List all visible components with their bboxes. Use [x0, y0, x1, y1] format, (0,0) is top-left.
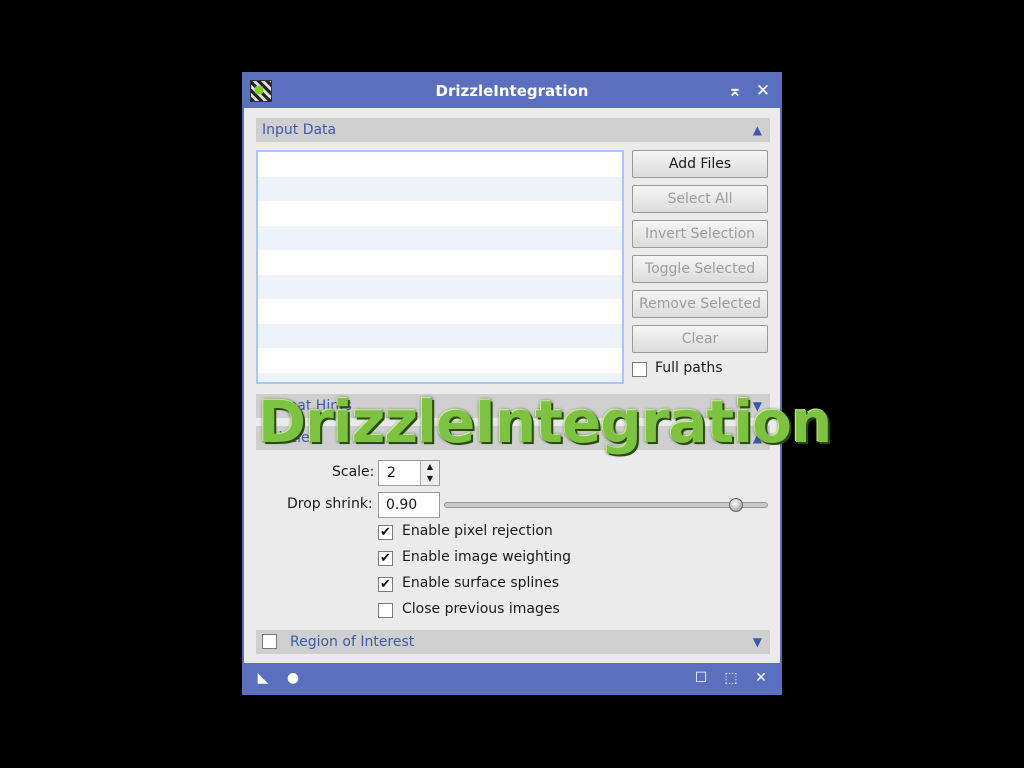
- full-paths-checkbox[interactable]: [632, 362, 647, 377]
- browse-docs-icon[interactable]: ⬚: [722, 669, 740, 687]
- scale-value: 2: [387, 465, 396, 481]
- list-item[interactable]: [258, 176, 622, 201]
- expand-down-icon[interactable]: ▼: [753, 630, 762, 654]
- close-previous-label: Close previous images: [402, 601, 560, 617]
- file-list[interactable]: [256, 150, 624, 384]
- reset-icon[interactable]: ✕: [752, 669, 770, 687]
- title-bar[interactable]: DrizzleIntegration ⌅ ✕: [244, 74, 780, 108]
- section-roi-label: Region of Interest: [290, 634, 415, 650]
- toggle-selected-button[interactable]: Toggle Selected: [632, 255, 768, 283]
- list-item[interactable]: [258, 323, 622, 348]
- pixel-rejection-label: Enable pixel rejection: [402, 523, 553, 539]
- spin-arrows-icon[interactable]: ▲ ▼: [420, 461, 439, 485]
- list-item[interactable]: [258, 348, 622, 373]
- close-previous-checkbox[interactable]: [378, 603, 393, 618]
- section-input-data-label: Input Data: [262, 122, 337, 138]
- bottom-toolbar: ◣ ● ☐ ⬚ ✕: [244, 663, 780, 693]
- remove-selected-button[interactable]: Remove Selected: [632, 290, 768, 318]
- surface-splines-checkbox[interactable]: ✔: [378, 577, 393, 592]
- add-files-button[interactable]: Add Files: [632, 150, 768, 178]
- image-weighting-label: Enable image weighting: [402, 549, 572, 565]
- scale-spinbox[interactable]: 2 ▲ ▼: [378, 460, 440, 486]
- close-icon[interactable]: ✕: [752, 80, 774, 102]
- scale-label: Scale:: [332, 464, 375, 480]
- list-item[interactable]: [258, 250, 622, 275]
- drop-shrink-slider[interactable]: [444, 502, 768, 508]
- apply-icon[interactable]: ☐: [692, 669, 710, 687]
- clear-button[interactable]: Clear: [632, 325, 768, 353]
- list-item[interactable]: [258, 299, 622, 324]
- section-input-data[interactable]: Input Data ▲: [256, 118, 770, 142]
- window-title: DrizzleIntegration: [435, 82, 589, 100]
- new-instance-icon[interactable]: ◣: [254, 669, 272, 687]
- region-of-interest-checkbox[interactable]: [262, 634, 277, 649]
- drop-shrink-label: Drop shrink:: [287, 496, 373, 512]
- list-item[interactable]: [258, 372, 622, 382]
- select-all-button[interactable]: Select All: [632, 185, 768, 213]
- invert-selection-button[interactable]: Invert Selection: [632, 220, 768, 248]
- list-item[interactable]: [258, 152, 622, 177]
- list-item[interactable]: [258, 225, 622, 250]
- drizzle-integration-window: DrizzleIntegration ⌅ ✕ Input Data ▲ Add …: [242, 72, 782, 695]
- section-region-of-interest[interactable]: Region of Interest ▼: [256, 630, 770, 654]
- collapse-up-icon[interactable]: ▲: [753, 118, 762, 142]
- list-item[interactable]: [258, 274, 622, 299]
- list-item[interactable]: [258, 201, 622, 226]
- shade-icon[interactable]: ⌅: [724, 80, 746, 102]
- overlay-title: DrizzleIntegration: [258, 388, 832, 456]
- drop-shrink-input[interactable]: 0.90: [378, 492, 440, 518]
- image-weighting-checkbox[interactable]: ✔: [378, 551, 393, 566]
- full-paths-label: Full paths: [655, 360, 723, 376]
- slider-handle[interactable]: [728, 498, 743, 512]
- surface-splines-label: Enable surface splines: [402, 575, 560, 591]
- apply-global-icon[interactable]: ●: [284, 669, 302, 687]
- pixel-rejection-checkbox[interactable]: ✔: [378, 525, 393, 540]
